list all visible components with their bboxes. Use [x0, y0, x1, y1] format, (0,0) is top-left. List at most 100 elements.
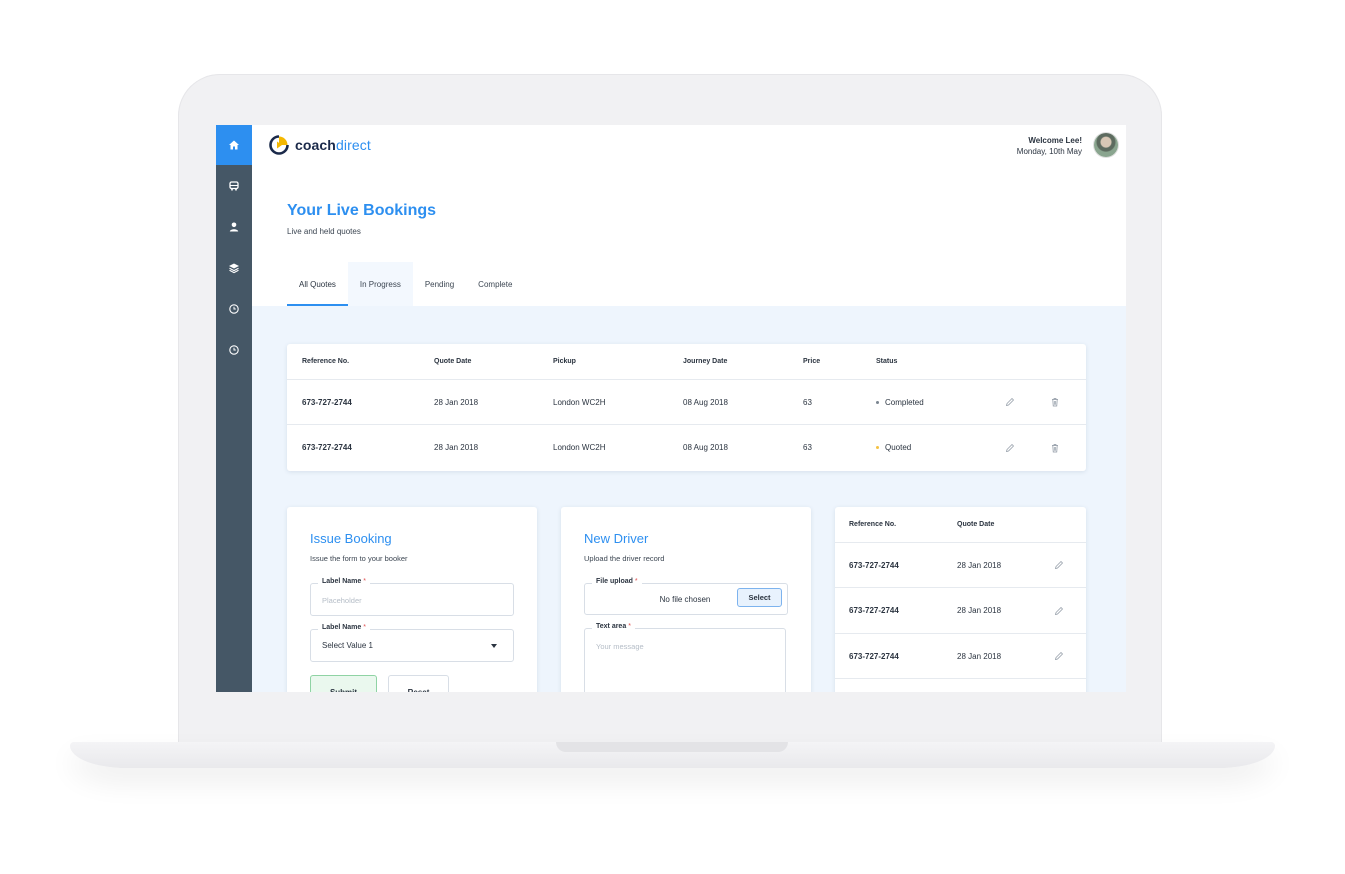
- table-row[interactable]: 673-727-2744 28 Jan 2018: [835, 543, 1086, 588]
- status-text: Quoted: [885, 443, 912, 452]
- app-screen: coachdirect Welcome Lee! Monday, 10th Ma…: [216, 125, 1126, 692]
- logo-text-direct: direct: [335, 137, 371, 153]
- sidebar-item-schedule[interactable]: [216, 330, 252, 370]
- cell-pickup: London WC2H: [553, 443, 606, 452]
- sidebar: [216, 125, 252, 692]
- table-header-row: Reference No. Quote Date: [835, 507, 1086, 543]
- cell-journey-date: 08 Aug 2018: [683, 443, 728, 452]
- edit-button[interactable]: [1054, 588, 1064, 633]
- cell-journey-date: 08 Aug 2018: [683, 397, 728, 407]
- tab-all-quotes[interactable]: All Quotes: [287, 262, 348, 306]
- issue-booking-card: Issue Booking Issue the form to your boo…: [287, 507, 537, 692]
- select-file-button[interactable]: Select: [737, 588, 782, 607]
- input-placeholder: Placeholder: [322, 596, 362, 605]
- user-icon: [229, 222, 239, 232]
- edit-button[interactable]: [1005, 380, 1015, 424]
- cell-reference: 673-727-2744: [849, 560, 899, 570]
- column-header-journey-date: Journey Date: [683, 358, 728, 365]
- textarea-placeholder: Your message: [596, 642, 644, 651]
- select-value: Select Value 1: [322, 641, 373, 650]
- table-row[interactable]: 673-727-2744 28 Jan 2018: [835, 588, 1086, 634]
- pencil-icon: [1006, 443, 1014, 452]
- logo-text-coach: coach: [295, 137, 336, 153]
- cell-quote-date: 28 Jan 2018: [957, 560, 1002, 570]
- pencil-icon: [1055, 561, 1063, 569]
- layers-icon: [229, 263, 239, 274]
- clock-icon: [229, 304, 239, 314]
- page-header: coachdirect Welcome Lee! Monday, 10th Ma…: [252, 125, 1126, 306]
- reset-button[interactable]: Reset: [388, 675, 449, 692]
- delete-button[interactable]: [1050, 380, 1060, 424]
- column-header-reference: Reference No.: [302, 358, 350, 365]
- delete-button[interactable]: [1050, 425, 1060, 470]
- status-text: Completed: [885, 397, 924, 407]
- table-row[interactable]: 673-727-2744 28 Jan 2018 London WC2H 08 …: [287, 380, 1086, 425]
- avatar[interactable]: [1094, 133, 1118, 157]
- sidebar-item-users[interactable]: [216, 207, 252, 247]
- tab-bar: All Quotes In Progress Pending Complete: [287, 262, 524, 306]
- file-status: No file chosen: [659, 595, 711, 604]
- column-header-price: Price: [803, 358, 821, 365]
- welcome-text: Welcome Lee!: [1028, 136, 1082, 145]
- cell-reference: 673-727-2744: [849, 651, 899, 661]
- current-date: Monday, 10th May: [1016, 147, 1082, 156]
- table-header-row: Reference No. Quote Date Pickup Journey …: [287, 344, 1086, 380]
- column-header-quote-date: Quote Date: [434, 358, 472, 365]
- cell-price: 63: [803, 397, 812, 407]
- cell-pickup: London WC2H: [553, 397, 606, 407]
- page-title: Your Live Bookings: [287, 202, 437, 219]
- bookings-table: Reference No. Quote Date Pickup Journey …: [287, 344, 1086, 471]
- text-area[interactable]: Text area * Your message: [584, 623, 786, 692]
- field-label: Label Name *: [318, 624, 370, 631]
- column-header-quote-date: Quote Date: [957, 521, 995, 528]
- label-name-select[interactable]: Label Name * Select Value 1: [310, 624, 514, 662]
- cell-reference: 673-727-2744: [302, 443, 352, 452]
- sidebar-item-coaches[interactable]: [216, 166, 252, 206]
- pencil-icon: [1006, 398, 1014, 406]
- cell-quote-date: 28 Jan 2018: [434, 443, 479, 452]
- new-driver-subtitle: Upload the driver record: [584, 554, 665, 563]
- status-dot-quoted: [876, 446, 879, 449]
- field-label: Text area *: [592, 623, 635, 630]
- label-name-input[interactable]: Label Name * Placeholder: [310, 578, 514, 616]
- issue-booking-title: Issue Booking: [310, 531, 392, 546]
- tab-in-progress[interactable]: In Progress: [347, 262, 413, 306]
- new-driver-card: New Driver Upload the driver record File…: [561, 507, 811, 692]
- tab-pending[interactable]: Pending: [413, 262, 466, 306]
- home-icon: [229, 140, 239, 150]
- new-driver-title: New Driver: [584, 531, 649, 546]
- cell-status: Completed: [876, 380, 924, 424]
- cell-status: Quoted: [876, 425, 911, 470]
- pencil-icon: [1055, 652, 1063, 660]
- sidebar-item-layers[interactable]: [216, 248, 252, 288]
- chevron-down-icon: [491, 644, 497, 648]
- submit-button[interactable]: Submit: [310, 675, 377, 692]
- file-upload-field[interactable]: File upload * No file chosen Select: [584, 578, 788, 615]
- column-header-reference: Reference No.: [849, 521, 897, 528]
- edit-button[interactable]: [1005, 425, 1015, 470]
- logo[interactable]: coachdirect: [269, 135, 371, 155]
- page-subtitle: Live and held quotes: [287, 227, 361, 236]
- cell-reference: 673-727-2744: [302, 397, 352, 407]
- sidebar-item-history[interactable]: [216, 289, 252, 329]
- trash-icon: [1052, 443, 1058, 452]
- tab-complete[interactable]: Complete: [466, 262, 524, 306]
- edit-button[interactable]: [1054, 634, 1064, 678]
- table-row[interactable]: 673-727-2744 28 Jan 2018: [835, 634, 1086, 679]
- pencil-icon: [1055, 606, 1063, 615]
- cell-quote-date: 28 Jan 2018: [957, 606, 1002, 615]
- laptop-notch: [556, 742, 788, 752]
- trash-icon: [1052, 398, 1058, 407]
- logo-mark-icon: [269, 135, 289, 155]
- cell-quote-date: 28 Jan 2018: [434, 397, 479, 407]
- status-dot-completed: [876, 400, 879, 404]
- table-row[interactable]: 673-727-2744 28 Jan 2018 London WC2H 08 …: [287, 425, 1086, 470]
- side-bookings-table: Reference No. Quote Date 673-727-2744 28…: [835, 507, 1086, 692]
- sidebar-item-home[interactable]: [216, 125, 252, 165]
- clock-icon: [229, 345, 239, 355]
- column-header-status: Status: [876, 358, 898, 365]
- edit-button[interactable]: [1054, 543, 1064, 587]
- field-label: Label Name *: [318, 578, 370, 585]
- bus-icon: [229, 181, 239, 191]
- column-header-pickup: Pickup: [553, 358, 576, 365]
